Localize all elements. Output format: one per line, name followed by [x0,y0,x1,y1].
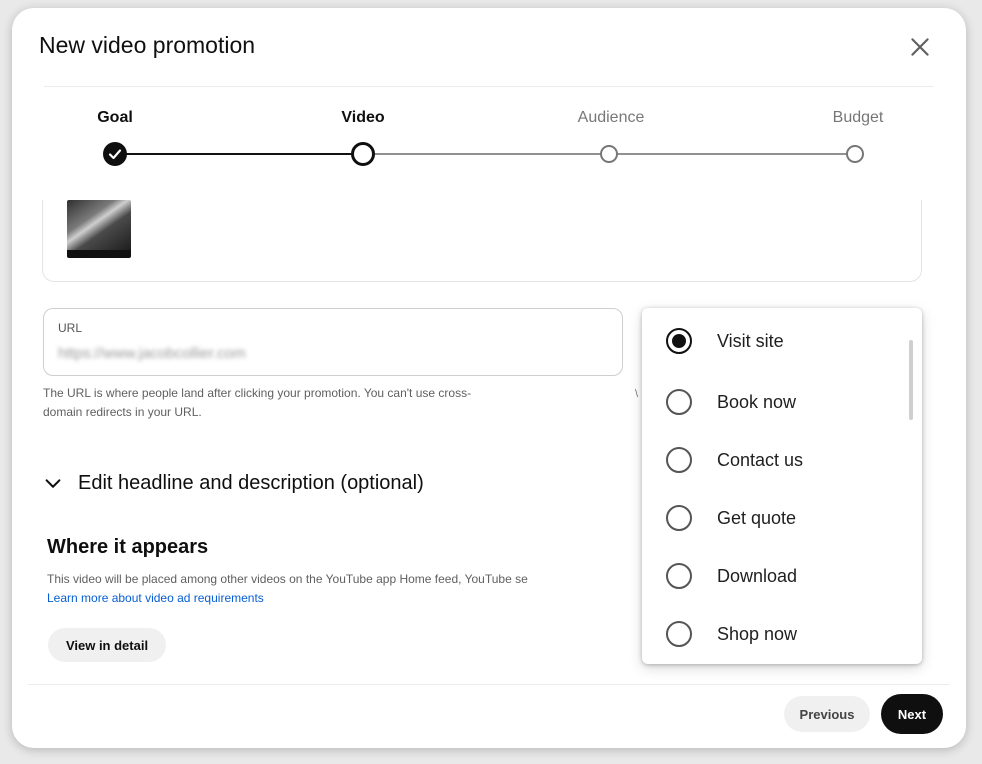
step-node-budget [846,145,864,163]
where-it-appears-text: This video will be placed among other vi… [47,572,528,586]
cta-option-label: Shop now [717,623,798,644]
step-label-budget: Budget [832,109,884,126]
close-button[interactable] [907,34,933,60]
where-it-appears-title: Where it appears [47,536,209,558]
cta-option-label: Contact us [717,449,804,470]
cta-option-label: Book now [717,391,797,412]
url-help-line-1: The URL is where people land after click… [43,386,472,400]
step-node-video [351,142,375,166]
cta-option-get-quote[interactable]: Get quote [642,494,904,542]
next-button[interactable]: Next [881,694,943,734]
radio-selected[interactable] [666,328,692,354]
partial-text-fragment: \ [635,388,639,400]
step-label-video: Video [341,109,385,126]
cta-option-download[interactable]: Download [642,552,904,600]
dropdown-scrollbar[interactable] [909,340,913,420]
footer-divider [28,684,950,685]
selected-video-card [42,200,922,282]
url-help-line-2: domain redirects in your URL. [43,405,202,419]
cta-option-label: Download [717,565,798,586]
step-label-audience: Audience [577,109,645,126]
cta-option-book-now[interactable]: Book now [642,378,904,426]
url-field[interactable]: URL https://www.jacobcollier.com [43,308,623,376]
cta-option-contact-us[interactable]: Contact us [642,436,904,484]
radio-unselected[interactable] [666,447,692,473]
url-input[interactable]: https://www.jacobcollier.com [58,345,246,362]
view-in-detail-button[interactable]: View in detail [48,628,166,662]
step-node-audience [600,145,618,163]
radio-unselected[interactable] [666,505,692,531]
url-field-label: URL [58,321,83,335]
video-thumbnail [67,200,131,258]
cta-option-label: Get quote [717,507,797,528]
close-icon [911,38,929,56]
chevron-down-icon [45,478,61,488]
radio-unselected[interactable] [666,389,692,415]
radio-unselected[interactable] [666,621,692,647]
header-divider [44,86,934,87]
cta-option-shop-now[interactable]: Shop now [642,610,904,658]
dialog-title: New video promotion [39,32,256,58]
edit-headline-expander[interactable]: Edit headline and description (optional) [42,472,424,495]
learn-more-link[interactable]: Learn more about video ad requirements [47,589,264,608]
step-label-goal: Goal [97,109,133,126]
cta-option-label: Visit site [717,330,784,351]
url-help-text: The URL is where people land after click… [43,384,603,422]
cta-option-visit-site[interactable]: Visit site [642,317,904,365]
cta-dropdown-menu[interactable]: Visit site Book now Contact us Get quote… [642,308,922,664]
progress-stepper: Goal Video Audience Budget [12,108,966,178]
radio-unselected[interactable] [666,563,692,589]
check-icon [108,149,122,160]
stepper-track-complete [115,153,363,155]
previous-button[interactable]: Previous [784,696,870,732]
step-node-goal [103,142,127,166]
edit-headline-label: Edit headline and description (optional) [78,472,424,494]
